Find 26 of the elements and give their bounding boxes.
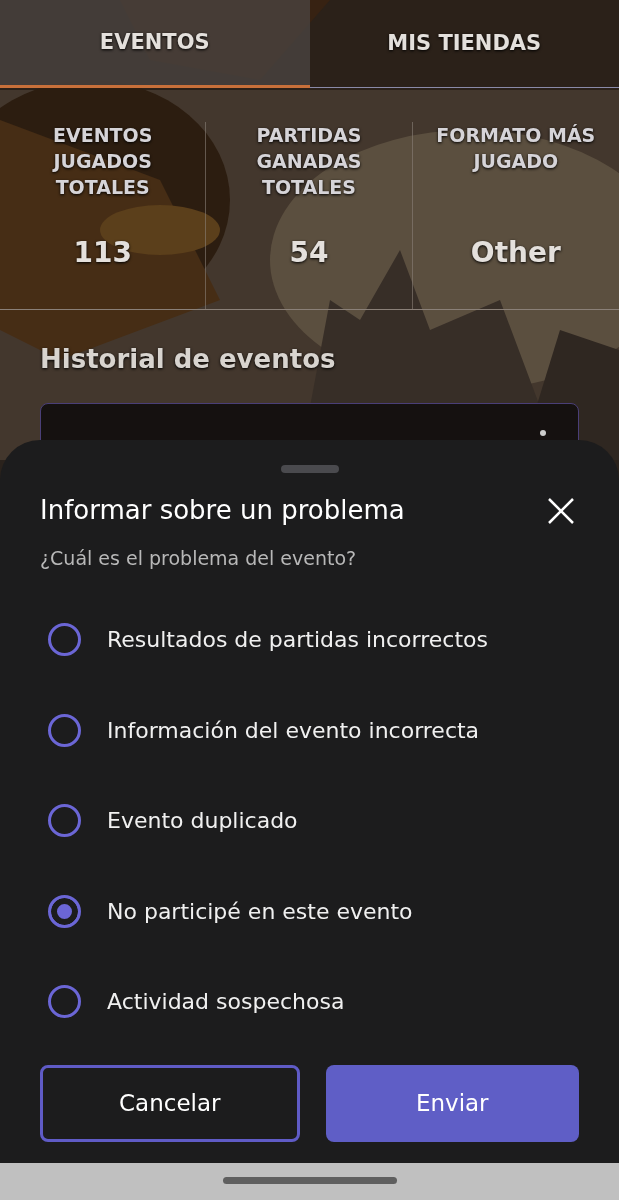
stat-label: EVENTOS JUGADOS TOTALES	[51, 123, 154, 200]
radio-option[interactable]: Resultados de partidas incorrectos	[0, 594, 619, 685]
dot-icon	[540, 430, 546, 436]
radio-option[interactable]: Actividad sospechosa	[0, 956, 619, 1047]
radio-button[interactable]	[48, 623, 81, 657]
stat-label: FORMATO MÁS JUGADO	[435, 123, 597, 174]
stat-value: Other	[470, 235, 561, 271]
question-text: ¿Cuál es el problema del evento?	[40, 546, 358, 571]
radio-button[interactable]	[48, 713, 81, 747]
section-title: Historial de eventos	[40, 343, 337, 376]
radio-option[interactable]: Evento duplicado	[0, 775, 619, 866]
sheet-title: Informar sobre un problema	[40, 494, 405, 527]
stat-label: PARTIDAS GANADAS TOTALES	[255, 123, 363, 200]
stat-value: 113	[73, 235, 132, 271]
drag-handle[interactable]	[280, 465, 339, 473]
radio-button[interactable]	[48, 985, 81, 1019]
radio-button[interactable]	[48, 804, 81, 838]
cancel-button[interactable]: Cancelar	[40, 1065, 300, 1142]
submit-button[interactable]: Enviar	[325, 1065, 579, 1142]
stat-value: 54	[289, 235, 329, 271]
tab[interactable]: MIS TIENDAS	[309, 0, 619, 88]
tab[interactable]: EVENTOS	[0, 0, 310, 88]
radio-option[interactable]: No participé en este evento	[0, 866, 619, 957]
radio-button[interactable]	[48, 894, 81, 928]
close-icon[interactable]	[547, 496, 575, 525]
radio-option[interactable]: Información del evento incorrecta	[0, 685, 619, 776]
